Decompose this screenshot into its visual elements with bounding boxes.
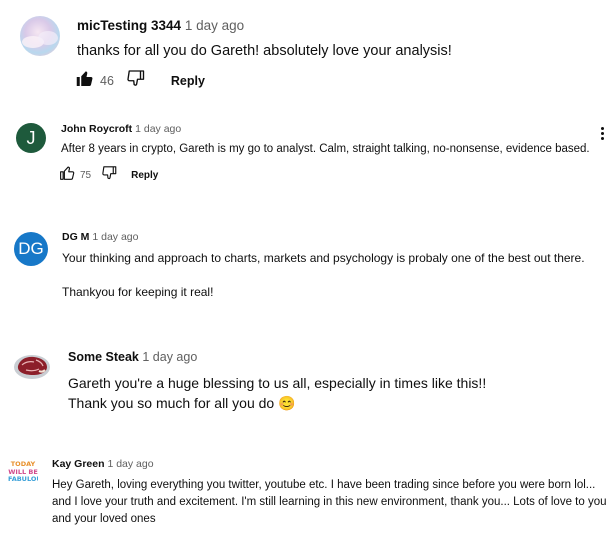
comment-time[interactable]: 1 day ago xyxy=(92,231,138,243)
comment-text-line: Thank you so much for all you do 😊 xyxy=(68,395,296,411)
avatar[interactable] xyxy=(12,349,52,383)
comment-time[interactable]: 1 day ago xyxy=(142,350,197,364)
comment-header: Kay Green 1 day ago xyxy=(52,458,607,470)
comment-body: Some Steak 1 day ago Gareth you're a hug… xyxy=(68,350,486,413)
like-icon[interactable] xyxy=(60,166,75,185)
comment-text-line: After 8 years in crypto, Gareth is my go… xyxy=(61,143,590,155)
comment-text: Hey Gareth, loving everything you twitte… xyxy=(52,477,607,528)
author-name[interactable]: Kay Green xyxy=(52,458,105,470)
comment-text-line: thanks for all you do Gareth! absolutely… xyxy=(77,43,452,59)
like-filled-icon[interactable] xyxy=(76,70,94,92)
comment-time[interactable]: 1 day ago xyxy=(107,458,153,470)
comment-text: After 8 years in crypto, Gareth is my go… xyxy=(61,143,590,155)
comment-header: DG M 1 day ago xyxy=(62,231,585,243)
comment-header: Some Steak 1 day ago xyxy=(68,350,486,364)
avatar[interactable]: J xyxy=(16,123,46,153)
comment-text: Your thinking and approach to charts, ma… xyxy=(62,251,585,299)
comment-text-line: Hey Gareth, loving everything you twitte… xyxy=(52,479,607,525)
avatar[interactable]: DG xyxy=(14,232,48,266)
comment-text-line: Thankyou for keeping it real! xyxy=(62,285,214,299)
comment-header: John Roycroft 1 day ago xyxy=(61,123,590,135)
author-name[interactable]: DG M xyxy=(62,231,89,243)
comment-body: Kay Green 1 day ago Hey Gareth, loving e… xyxy=(52,458,607,528)
author-name[interactable]: micTesting 3344 xyxy=(77,18,181,33)
comment-body: John Roycroft 1 day ago After 8 years in… xyxy=(61,123,590,155)
like-count: 46 xyxy=(100,74,114,88)
author-name[interactable]: Some Steak xyxy=(68,350,139,364)
author-name[interactable]: John Roycroft xyxy=(61,123,132,135)
reply-button[interactable]: Reply xyxy=(131,170,158,181)
comment-time[interactable]: 1 day ago xyxy=(135,123,181,135)
comment-actions: 46 Reply xyxy=(76,70,205,92)
steak-icon xyxy=(14,355,50,379)
reply-button[interactable]: Reply xyxy=(171,74,205,88)
comment-body: DG M 1 day ago Your thinking and approac… xyxy=(62,231,585,299)
comment-text-line: Your thinking and approach to charts, ma… xyxy=(62,251,585,265)
like-count: 75 xyxy=(80,170,92,181)
avatar[interactable] xyxy=(20,16,60,56)
comment-text: thanks for all you do Gareth! absolutely… xyxy=(77,43,452,59)
comment-time[interactable]: 1 day ago xyxy=(185,18,244,33)
more-options-icon[interactable] xyxy=(600,127,606,142)
dislike-icon[interactable] xyxy=(102,166,117,185)
comment-body: micTesting 3344 1 day ago thanks for all… xyxy=(77,18,452,59)
comment-text-line: Gareth you're a huge blessing to us all,… xyxy=(68,375,487,391)
comment-actions: 75 Reply xyxy=(60,166,158,185)
dislike-icon[interactable] xyxy=(127,70,145,92)
pastel-cloud-avatar-icon xyxy=(20,16,60,56)
avatar-logo-text: TODAY WILL BE FABULOUS xyxy=(8,460,38,483)
comment-header: micTesting 3344 1 day ago xyxy=(77,18,452,33)
avatar[interactable]: TODAY WILL BE FABULOUS xyxy=(8,459,38,489)
comment-text: Gareth you're a huge blessing to us all,… xyxy=(68,373,486,413)
